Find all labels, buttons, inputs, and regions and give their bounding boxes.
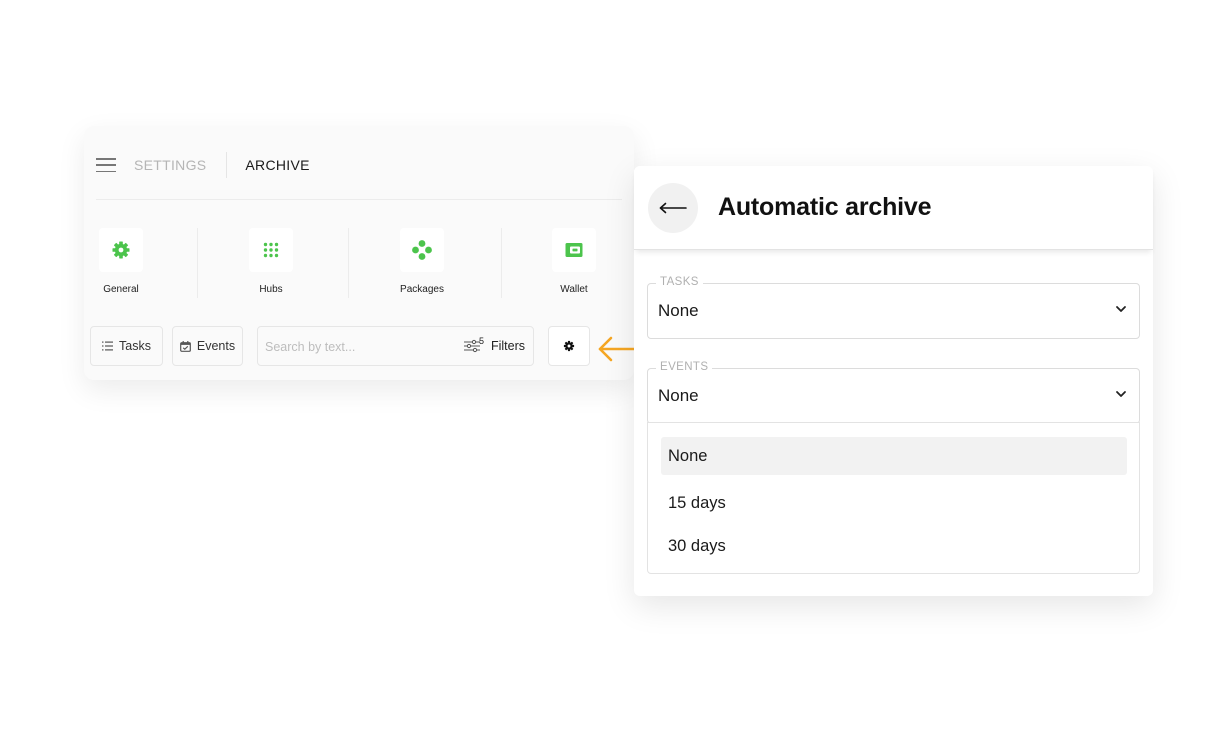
filters-button[interactable]: 5 Filters bbox=[463, 327, 525, 365]
category-label: General bbox=[103, 284, 139, 295]
category-divider bbox=[197, 228, 198, 298]
gear-icon bbox=[563, 340, 575, 352]
breadcrumb-settings[interactable]: SETTINGS bbox=[134, 157, 206, 173]
filters-label: Filters bbox=[490, 339, 525, 353]
calendar-icon bbox=[179, 340, 191, 352]
tasks-select[interactable]: TASKS None bbox=[647, 276, 1140, 339]
events-select[interactable]: EVENTS None bbox=[647, 361, 1140, 424]
back-button[interactable] bbox=[648, 183, 698, 233]
dropdown-option-30-days[interactable]: 30 days bbox=[661, 527, 1127, 565]
chevron-down-icon bbox=[1116, 391, 1126, 397]
search-box: 5 Filters bbox=[257, 326, 534, 366]
list-icon bbox=[102, 341, 114, 351]
category-label: Packages bbox=[400, 284, 444, 295]
wallet-icon bbox=[552, 228, 596, 272]
settings-categories: General Hubs Packages Wallet bbox=[84, 228, 634, 298]
search-input[interactable] bbox=[265, 337, 445, 357]
events-tab-label: Events bbox=[196, 339, 236, 353]
tasks-select-value: None bbox=[658, 301, 699, 320]
category-wallet[interactable]: Wallet bbox=[537, 228, 611, 295]
category-divider bbox=[348, 228, 349, 298]
category-general[interactable]: General bbox=[84, 228, 158, 295]
archive-settings-button[interactable] bbox=[548, 326, 590, 366]
stage: SETTINGS ARCHIVE General Hubs Packages W… bbox=[0, 0, 1213, 750]
category-label: Hubs bbox=[259, 284, 283, 295]
events-select-value: None bbox=[658, 386, 699, 405]
toolbar: Tasks Events Search by text... 5 Filters bbox=[90, 326, 628, 366]
automatic-archive-panel: Automatic archive TASKS None EVENTS None… bbox=[634, 166, 1153, 596]
tasks-tab-label: Tasks bbox=[119, 339, 151, 353]
events-select-label: EVENTS bbox=[656, 361, 713, 373]
category-divider bbox=[501, 228, 502, 298]
grid-dots-icon bbox=[249, 228, 293, 272]
chevron-down-icon bbox=[1116, 306, 1126, 312]
breadcrumb-archive: ARCHIVE bbox=[245, 157, 310, 173]
arrow-left-icon bbox=[659, 202, 687, 214]
dropdown-option-none[interactable]: None bbox=[661, 437, 1127, 475]
tasks-select-label: TASKS bbox=[656, 276, 703, 288]
dropdown-option-15-days[interactable]: 15 days bbox=[661, 484, 1127, 522]
tasks-tab[interactable]: Tasks bbox=[90, 326, 163, 366]
top-bar: SETTINGS ARCHIVE bbox=[96, 148, 622, 182]
panel-header: Automatic archive bbox=[634, 166, 1153, 250]
category-packages[interactable]: Packages bbox=[385, 228, 459, 295]
settings-panel: SETTINGS ARCHIVE General Hubs Packages W… bbox=[84, 126, 634, 380]
hamburger-menu-icon[interactable] bbox=[96, 158, 116, 172]
gear-icon bbox=[99, 228, 143, 272]
packages-icon bbox=[400, 228, 444, 272]
divider bbox=[96, 199, 622, 200]
events-tab[interactable]: Events bbox=[172, 326, 243, 366]
events-dropdown-menu: None 15 days 30 days bbox=[647, 422, 1140, 574]
breadcrumb-divider bbox=[226, 152, 228, 178]
category-label: Wallet bbox=[560, 284, 588, 295]
filters-count-badge: 5 bbox=[478, 336, 484, 346]
page-title: Automatic archive bbox=[718, 193, 932, 221]
category-hubs[interactable]: Hubs bbox=[234, 228, 308, 295]
